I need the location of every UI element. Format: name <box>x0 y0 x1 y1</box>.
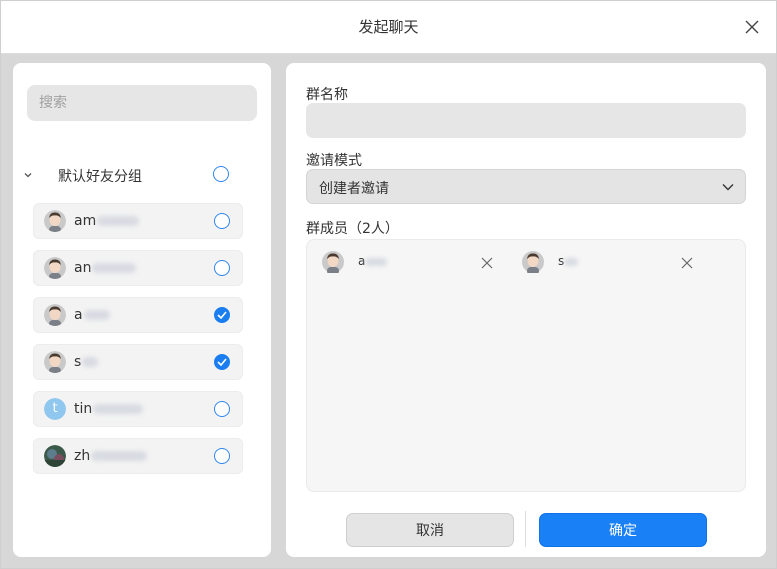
friend-group-row[interactable]: 默认好友分组 <box>21 161 251 191</box>
group-select-radio[interactable] <box>213 166 229 182</box>
group-settings-panel: 群名称 邀请模式 创建者邀请 群成员（2人） a s 取消 确定 <box>286 63 766 557</box>
contacts-panel: 搜索 默认好友分组 am an a s t tin zh <box>13 63 271 557</box>
button-divider <box>525 511 526 547</box>
remove-member-icon[interactable] <box>480 256 494 270</box>
remove-member-icon[interactable] <box>680 256 694 270</box>
member-name: s <box>558 254 579 268</box>
contact-select-radio[interactable] <box>214 401 230 417</box>
contact-item[interactable]: am <box>33 203 243 239</box>
group-label: 默认好友分组 <box>58 169 142 185</box>
title-bar: 发起聊天 <box>1 1 776 54</box>
contact-list: am an a s t tin zh <box>33 203 243 485</box>
contact-name: an <box>74 260 137 276</box>
chevron-down-icon <box>722 184 734 191</box>
contact-select-radio[interactable] <box>214 448 230 464</box>
close-button[interactable] <box>742 17 762 37</box>
contact-name: zh <box>74 448 148 464</box>
person-avatar <box>322 251 344 275</box>
invite-mode-select[interactable]: 创建者邀请 <box>306 169 746 204</box>
close-icon <box>745 20 759 34</box>
search-input[interactable]: 搜索 <box>27 85 257 121</box>
person-avatar <box>44 257 66 279</box>
contact-item[interactable]: t tin <box>33 391 243 427</box>
person-avatar <box>44 210 66 232</box>
member-name: a <box>358 254 388 268</box>
photo-avatar <box>44 445 66 467</box>
contact-item[interactable]: an <box>33 250 243 286</box>
contact-select-radio[interactable] <box>214 213 230 229</box>
members-label: 群成员（2人） <box>306 221 399 237</box>
group-name-input[interactable] <box>306 103 746 138</box>
member-item: s <box>522 251 702 275</box>
dialog-title: 发起聊天 <box>358 18 419 36</box>
contact-select-radio[interactable] <box>214 260 230 276</box>
contact-select-radio[interactable] <box>214 354 230 370</box>
invite-mode-value: 创建者邀请 <box>319 181 389 197</box>
invite-mode-label: 邀请模式 <box>306 153 362 169</box>
person-avatar <box>522 251 544 275</box>
contact-name: a <box>74 307 110 323</box>
cancel-button[interactable]: 取消 <box>346 513 514 547</box>
contact-item[interactable]: s <box>33 344 243 380</box>
dialog-window: 发起聊天 搜索 默认好友分组 am an a s t tin zh 群名称 邀请… <box>0 0 777 569</box>
contact-name: s <box>74 354 99 370</box>
group-name-label: 群名称 <box>306 87 348 103</box>
person-avatar <box>44 304 66 326</box>
member-list: a s <box>306 239 746 492</box>
chevron-down-icon[interactable] <box>21 168 35 182</box>
member-item: a <box>322 251 502 275</box>
person-avatar <box>44 351 66 373</box>
contact-item[interactable]: a <box>33 297 243 333</box>
contact-name: tin <box>74 401 144 417</box>
check-icon <box>217 358 227 366</box>
contact-item[interactable]: zh <box>33 438 243 474</box>
confirm-button[interactable]: 确定 <box>539 513 707 547</box>
contact-name: am <box>74 213 140 229</box>
contact-select-radio[interactable] <box>214 307 230 323</box>
check-icon <box>217 311 227 319</box>
letter-avatar: t <box>44 398 66 420</box>
